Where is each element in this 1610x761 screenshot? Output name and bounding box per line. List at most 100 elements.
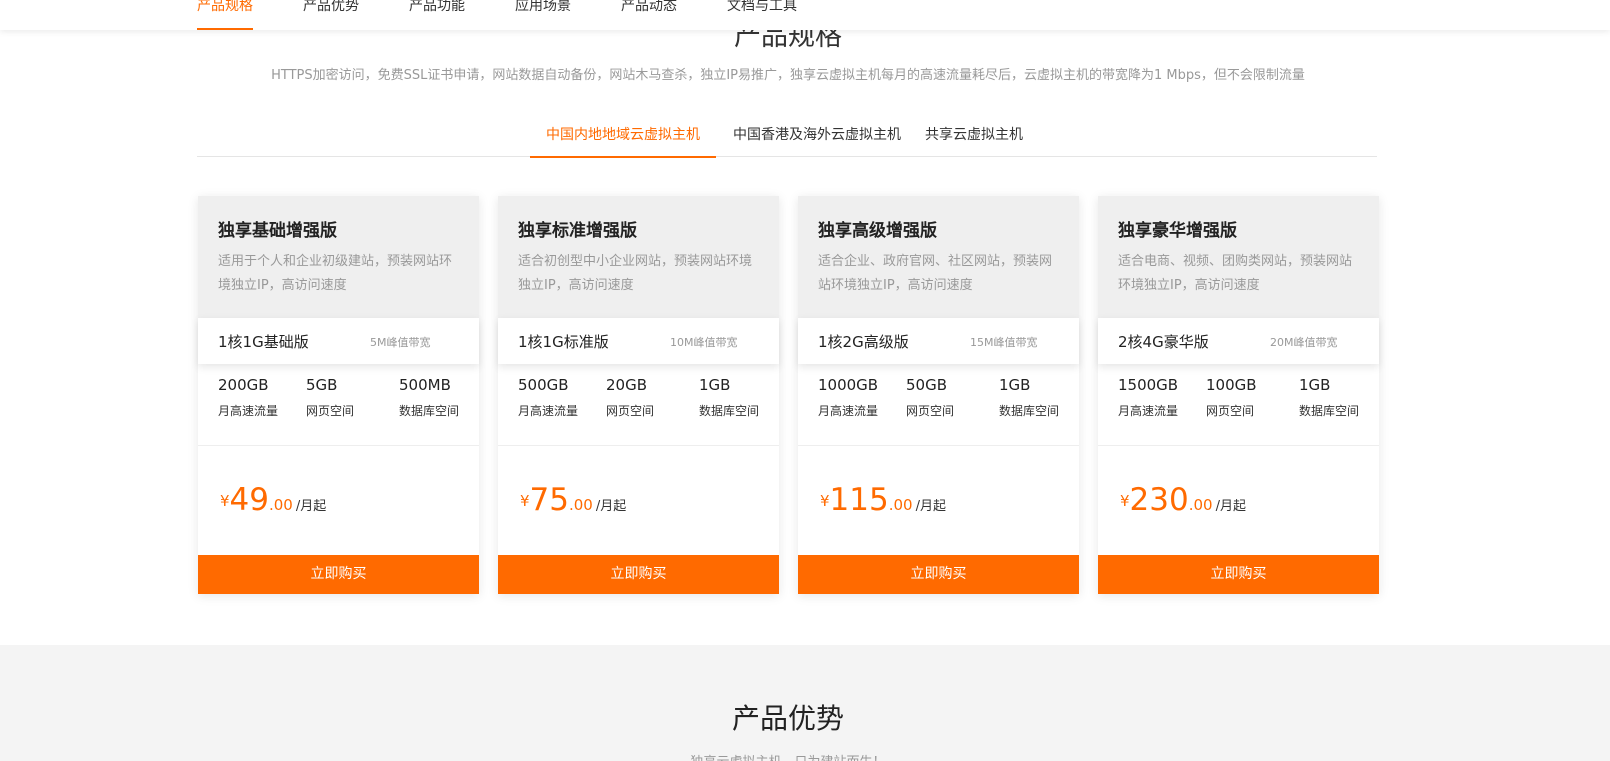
stat-value: 100GB <box>1206 376 1257 394</box>
stat-label: 月高速流量 <box>218 404 279 418</box>
plan-price: ¥75.00/月起 <box>520 482 626 518</box>
advantages-title: 产品优势 <box>731 702 844 735</box>
card-header: 独享高级增强版 适合企业、政府官网、社区网站，预装网站环境独立IP，高访问速度 <box>798 196 1079 318</box>
buy-now-button[interactable]: 立即购买 <box>798 555 1079 594</box>
stat-label: 月高速流量 <box>818 404 879 418</box>
stat-db-space: 1GB 数据库空间 <box>699 376 759 419</box>
buy-now-button[interactable]: 立即购买 <box>1098 555 1379 594</box>
plan-stats: 1000GB 月高速流量 50GB 网页空间 1GB 数据库空间 <box>798 364 1079 446</box>
stat-web-space: 50GB 网页空间 <box>906 376 954 419</box>
stat-value: 200GB <box>218 376 269 394</box>
stat-label: 月高速流量 <box>1118 404 1179 418</box>
tab-shared-host[interactable]: 共享云虚拟主机 <box>924 124 1024 157</box>
stat-value: 20GB <box>606 376 648 394</box>
plan-name: 独享豪华增强版 <box>1118 221 1237 241</box>
price-integer: 75 <box>529 482 569 518</box>
plan-card: 独享基础增强版 适用于个人和企业初级建站，预装网站环境独立IP，高访问速度 1核… <box>198 196 479 594</box>
stat-value: 50GB <box>906 376 948 394</box>
stat-web-space: 5GB 网页空间 <box>306 376 354 419</box>
card-header: 独享标准增强版 适合初创型中小企业网站，预装网站环境独立IP，高访问速度 <box>498 196 779 318</box>
tab-mainland[interactable]: 中国内地地域云虚拟主机 <box>530 124 716 158</box>
stat-traffic: 200GB 月高速流量 <box>218 376 278 419</box>
stat-label: 数据库空间 <box>699 404 760 418</box>
stat-label: 网页空间 <box>306 404 355 418</box>
stat-label: 网页空间 <box>1206 404 1255 418</box>
spec-name: 1核2G高级版 <box>818 333 909 351</box>
stat-value: 500GB <box>518 376 569 394</box>
stat-value: 1GB <box>1299 376 1331 394</box>
plan-name: 独享基础增强版 <box>218 221 337 241</box>
stat-traffic: 1000GB 月高速流量 <box>818 376 878 419</box>
plan-description: 适合初创型中小企业网站，预装网站环境独立IP，高访问速度 <box>518 254 753 293</box>
nav-item-scenarios[interactable]: 应用场景 <box>515 0 571 30</box>
peak-bandwidth: 20M峰值带宽 <box>1270 336 1338 349</box>
plan-description: 适合企业、政府官网、社区网站，预装网站环境独立IP，高访问速度 <box>818 254 1053 293</box>
stat-db-space: 1GB 数据库空间 <box>1299 376 1359 419</box>
stat-label: 月高速流量 <box>518 404 579 418</box>
currency-symbol: ¥ <box>820 492 830 510</box>
stat-label: 数据库空间 <box>999 404 1060 418</box>
advantages-section: 产品优势 独享云虚拟主机，只为建站而生！ <box>0 645 1610 761</box>
plan-card: 独享高级增强版 适合企业、政府官网、社区网站，预装网站环境独立IP，高访问速度 … <box>798 196 1079 594</box>
spec-name: 1核1G基础版 <box>218 333 309 351</box>
stat-value: 1000GB <box>818 376 879 394</box>
spec-selector[interactable]: 1核2G高级版 15M峰值带宽 <box>798 318 1079 364</box>
plan-price: ¥49.00/月起 <box>220 482 326 518</box>
nav-item-news[interactable]: 产品动态 <box>621 0 677 30</box>
peak-bandwidth: 5M峰值带宽 <box>370 336 431 349</box>
price-decimal: .00 <box>269 496 293 514</box>
price-unit: /月起 <box>1215 499 1246 514</box>
currency-symbol: ¥ <box>220 492 230 510</box>
plan-price: ¥230.00/月起 <box>1120 482 1246 518</box>
stat-traffic: 500GB 月高速流量 <box>518 376 578 419</box>
nav-item-specs[interactable]: 产品规格 <box>197 0 253 30</box>
nav-item-advantages[interactable]: 产品优势 <box>303 0 359 30</box>
plan-stats: 500GB 月高速流量 20GB 网页空间 1GB 数据库空间 <box>498 364 779 446</box>
price-unit: /月起 <box>595 499 627 514</box>
plan-stats: 200GB 月高速流量 5GB 网页空间 500MB 数据库空间 <box>198 364 479 446</box>
price-unit: /月起 <box>295 499 327 514</box>
section-description: HTTPS加密访问，免费SSL证书申请，网站数据自动备份，网站木马查杀，独立IP… <box>271 68 1305 83</box>
currency-symbol: ¥ <box>1120 492 1130 510</box>
currency-symbol: ¥ <box>520 492 530 510</box>
peak-bandwidth: 15M峰值带宽 <box>970 336 1038 349</box>
stat-label: 网页空间 <box>606 404 655 418</box>
plan-description: 适合电商、视频、团购类网站，预装网站环境独立IP，高访问速度 <box>1118 254 1353 293</box>
stat-label: 数据库空间 <box>1299 404 1360 418</box>
price-decimal: .00 <box>569 496 593 514</box>
buy-now-button[interactable]: 立即购买 <box>498 555 779 594</box>
plan-price: ¥115.00/月起 <box>820 482 946 518</box>
spec-selector[interactable]: 1核1G标准版 10M峰值带宽 <box>498 318 779 364</box>
price-unit: /月起 <box>915 499 946 514</box>
price-integer: 115 <box>829 482 889 518</box>
nav-item-docs-tools[interactable]: 文档与工具 <box>727 0 797 30</box>
plan-card: 独享标准增强版 适合初创型中小企业网站，预装网站环境独立IP，高访问速度 1核1… <box>498 196 779 594</box>
plan-name: 独享标准增强版 <box>518 221 637 241</box>
plan-stats: 1500GB 月高速流量 100GB 网页空间 1GB 数据库空间 <box>1098 364 1379 446</box>
stat-web-space: 100GB 网页空间 <box>1206 376 1257 419</box>
stat-traffic: 1500GB 月高速流量 <box>1118 376 1178 419</box>
product-nav: 产品规格 产品优势 产品功能 应用场景 产品动态 文档与工具 <box>0 0 1610 30</box>
tab-hongkong-overseas[interactable]: 中国香港及海外云虚拟主机 <box>732 124 902 157</box>
spec-selector[interactable]: 1核1G基础版 5M峰值带宽 <box>198 318 479 364</box>
plan-name: 独享高级增强版 <box>818 221 937 241</box>
stat-db-space: 500MB 数据库空间 <box>399 376 459 419</box>
price-decimal: .00 <box>1188 496 1213 514</box>
stat-value: 1GB <box>699 376 731 394</box>
card-header: 独享豪华增强版 适合电商、视频、团购类网站，预装网站环境独立IP，高访问速度 <box>1098 196 1379 318</box>
stat-value: 500MB <box>399 376 451 394</box>
stat-label: 数据库空间 <box>399 404 460 418</box>
spec-name: 1核1G标准版 <box>518 333 609 351</box>
region-tabs: 中国内地地域云虚拟主机 中国香港及海外云虚拟主机 共享云虚拟主机 <box>197 110 1377 158</box>
nav-item-features[interactable]: 产品功能 <box>409 0 465 30</box>
price-integer: 49 <box>229 482 269 518</box>
stat-label: 网页空间 <box>906 404 955 418</box>
price-integer: 230 <box>1129 482 1189 518</box>
stat-value: 5GB <box>306 376 338 394</box>
advantages-subtitle: 独享云虚拟主机，只为建站而生！ <box>0 751 1576 761</box>
buy-now-button[interactable]: 立即购买 <box>198 555 479 594</box>
spec-selector[interactable]: 2核4G豪华版 20M峰值带宽 <box>1098 318 1379 364</box>
card-header: 独享基础增强版 适用于个人和企业初级建站，预装网站环境独立IP，高访问速度 <box>198 196 479 318</box>
plan-card: 独享豪华增强版 适合电商、视频、团购类网站，预装网站环境独立IP，高访问速度 2… <box>1098 196 1379 594</box>
price-decimal: .00 <box>888 496 913 514</box>
